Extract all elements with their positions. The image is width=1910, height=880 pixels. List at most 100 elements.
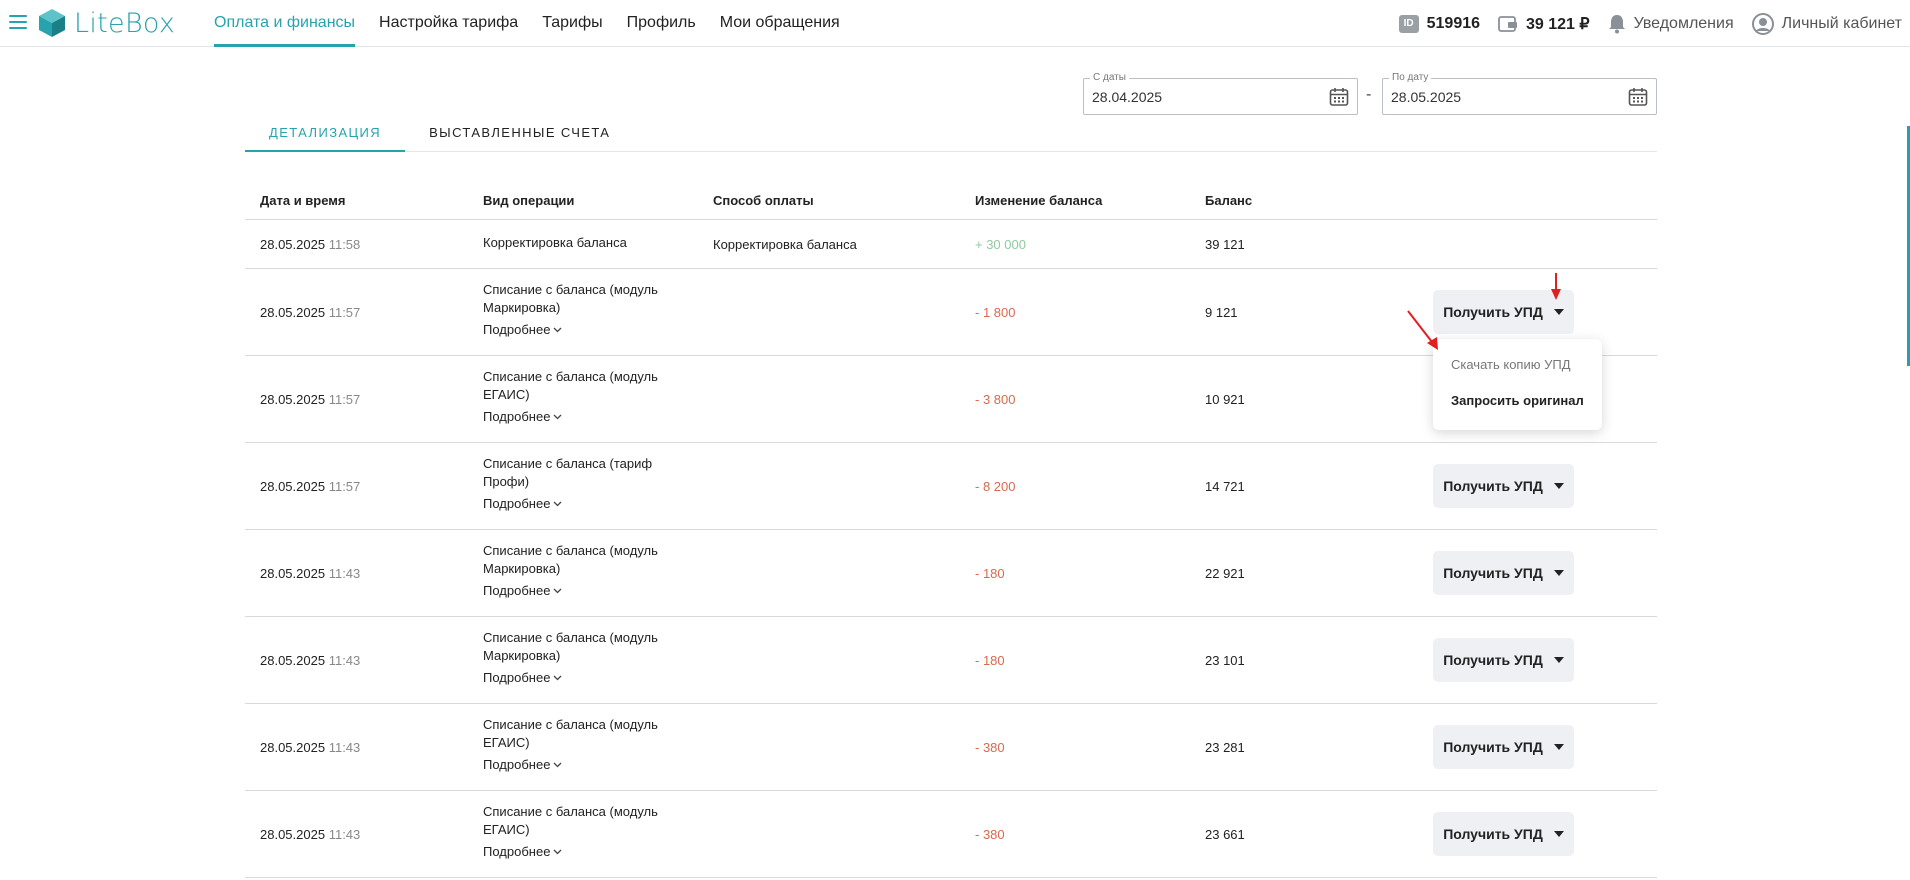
menu-icon[interactable]	[9, 15, 27, 29]
account[interactable]: Личный кабинет	[1751, 12, 1902, 35]
row-datetime: 28.05.2025 11:57	[260, 392, 360, 407]
nav-item-tickets[interactable]: Мои обращения	[720, 0, 840, 47]
details-toggle[interactable]: Подробнее	[483, 321, 562, 339]
account-id: ID 519916	[1398, 14, 1480, 33]
calendar-icon[interactable]	[1329, 87, 1349, 112]
row-datetime: 28.05.2025 11:43	[260, 566, 360, 581]
row-operation: Списание с баланса (модуль ЕГАИС) Подроб…	[483, 368, 683, 426]
row-balance-change: - 3 800	[975, 392, 1016, 407]
row-date: 28.05.2025	[260, 740, 326, 755]
row-operation-text: Списание с баланса (модуль Маркировка)	[483, 282, 658, 315]
tab-details[interactable]: ДЕТАЛИЗАЦИЯ	[245, 118, 406, 152]
row-balance-change: - 380	[975, 740, 1005, 755]
details-label: Подробнее	[483, 757, 551, 772]
row-operation: Корректировка баланса	[483, 235, 627, 250]
get-upd-label: Получить УПД	[1443, 826, 1543, 842]
balance[interactable]: 39 121 ₽	[1498, 14, 1590, 34]
balance-value: 39 121 ₽	[1526, 15, 1590, 33]
row-datetime: 28.05.2025 11:43	[260, 740, 360, 755]
details-toggle[interactable]: Подробнее	[483, 756, 562, 774]
menu-item-request-original[interactable]: Запросить оригинал	[1433, 383, 1602, 419]
row-time: 11:43	[328, 740, 361, 755]
row-time: 11:57	[328, 479, 361, 494]
row-operation: Списание с баланса (тариф Профи) Подробн…	[483, 455, 683, 513]
account-label: Личный кабинет	[1781, 14, 1902, 32]
get-upd-button[interactable]: Получить УПД	[1433, 638, 1574, 682]
get-upd-button[interactable]: Получить УПД	[1433, 812, 1574, 856]
details-label: Подробнее	[483, 670, 551, 685]
details-toggle[interactable]: Подробнее	[483, 408, 562, 426]
get-upd-label: Получить УПД	[1443, 739, 1543, 755]
get-upd-button[interactable]: Получить УПД	[1433, 725, 1574, 769]
row-balance: 23 281	[1205, 740, 1245, 755]
details-label: Подробнее	[483, 496, 551, 511]
chevron-down-icon	[553, 675, 562, 681]
calendar-icon[interactable]	[1628, 87, 1648, 112]
row-operation-text: Списание с баланса (модуль ЕГАИС)	[483, 369, 658, 402]
get-upd-button[interactable]: Получить УПД	[1433, 551, 1574, 595]
table-header: Дата и время Вид операции Способ оплаты …	[245, 180, 1657, 220]
details-toggle[interactable]: Подробнее	[483, 669, 562, 687]
date-from-field[interactable]: С даты 28.04.2025	[1083, 72, 1358, 115]
wallet-icon	[1498, 15, 1518, 33]
row-balance: 23 661	[1205, 827, 1245, 842]
table-row: 28.05.2025 11:43 Списание с баланса (мод…	[245, 704, 1657, 791]
row-operation-text: Списание с баланса (модуль Маркировка)	[483, 630, 658, 663]
row-time: 11:57	[328, 392, 361, 407]
row-time: 11:43	[328, 566, 361, 581]
row-balance: 9 121	[1205, 305, 1238, 320]
caret-down-icon	[1553, 309, 1564, 315]
notifications[interactable]: Уведомления	[1608, 14, 1734, 34]
nav-item-tariffs[interactable]: Тарифы	[542, 0, 602, 47]
get-upd-button[interactable]: Получить УПД	[1433, 290, 1574, 334]
get-upd-label: Получить УПД	[1443, 565, 1543, 581]
logo[interactable]: LiteBox	[37, 7, 175, 39]
row-datetime: 28.05.2025 11:57	[260, 305, 360, 320]
nav-item-profile[interactable]: Профиль	[627, 0, 696, 47]
row-time: 11:43	[328, 653, 361, 668]
get-upd-label: Получить УПД	[1443, 304, 1543, 320]
chevron-down-icon	[553, 588, 562, 594]
menu-item-download-copy[interactable]: Скачать копию УПД	[1433, 347, 1602, 383]
column-header-balance-change: Изменение баланса	[975, 193, 1103, 208]
row-date: 28.05.2025	[260, 566, 326, 581]
row-balance: 22 921	[1205, 566, 1245, 581]
details-toggle[interactable]: Подробнее	[483, 582, 562, 600]
date-to-field[interactable]: По дату 28.05.2025	[1382, 72, 1657, 115]
user-avatar-icon	[1751, 12, 1774, 35]
row-date: 28.05.2025	[260, 827, 326, 842]
details-toggle[interactable]: Подробнее	[483, 495, 562, 513]
row-balance: 14 721	[1205, 479, 1245, 494]
date-to-value[interactable]: 28.05.2025	[1391, 89, 1461, 105]
details-label: Подробнее	[483, 844, 551, 859]
column-header-balance: Баланс	[1205, 193, 1253, 208]
tabs: ДЕТАЛИЗАЦИЯ ВЫСТАВЛЕННЫЕ СЧЕТА	[245, 118, 1657, 152]
row-operation: Списание с баланса (модуль ЕГАИС) Подроб…	[483, 716, 683, 774]
row-operation-text: Списание с баланса (модуль Маркировка)	[483, 543, 658, 576]
chevron-down-icon	[553, 501, 562, 507]
row-time: 11:57	[328, 305, 361, 320]
notifications-label: Уведомления	[1633, 14, 1734, 32]
get-upd-button[interactable]: Получить УПД	[1433, 464, 1574, 508]
logo-text: LiteBox	[74, 7, 176, 39]
row-date: 28.05.2025	[260, 237, 326, 252]
row-balance-change: - 380	[975, 827, 1005, 842]
row-operation-text: Списание с баланса (модуль ЕГАИС)	[483, 804, 658, 837]
table-row: 28.05.2025 11:43 Списание с баланса (мод…	[245, 530, 1657, 617]
date-from-value[interactable]: 28.04.2025	[1092, 89, 1162, 105]
details-toggle[interactable]: Подробнее	[483, 843, 562, 861]
table-row: 28.05.2025 11:43 Списание с баланса (мод…	[245, 791, 1657, 878]
row-operation: Списание с баланса (модуль Маркировка) П…	[483, 629, 683, 687]
get-upd-label: Получить УПД	[1443, 478, 1543, 494]
date-range-separator: -	[1366, 86, 1372, 103]
bell-icon	[1608, 14, 1626, 34]
row-date: 28.05.2025	[260, 653, 326, 668]
row-time: 11:58	[328, 237, 361, 252]
nav-item-payments[interactable]: Оплата и финансы	[214, 0, 356, 47]
litebox-cube-icon	[39, 9, 65, 37]
chevron-down-icon	[553, 327, 562, 333]
caret-down-icon	[1553, 657, 1564, 663]
nav-item-tariff-settings[interactable]: Настройка тарифа	[379, 0, 518, 47]
tab-invoices[interactable]: ВЫСТАВЛЕННЫЕ СЧЕТА	[405, 118, 634, 152]
row-datetime: 28.05.2025 11:43	[260, 827, 360, 842]
